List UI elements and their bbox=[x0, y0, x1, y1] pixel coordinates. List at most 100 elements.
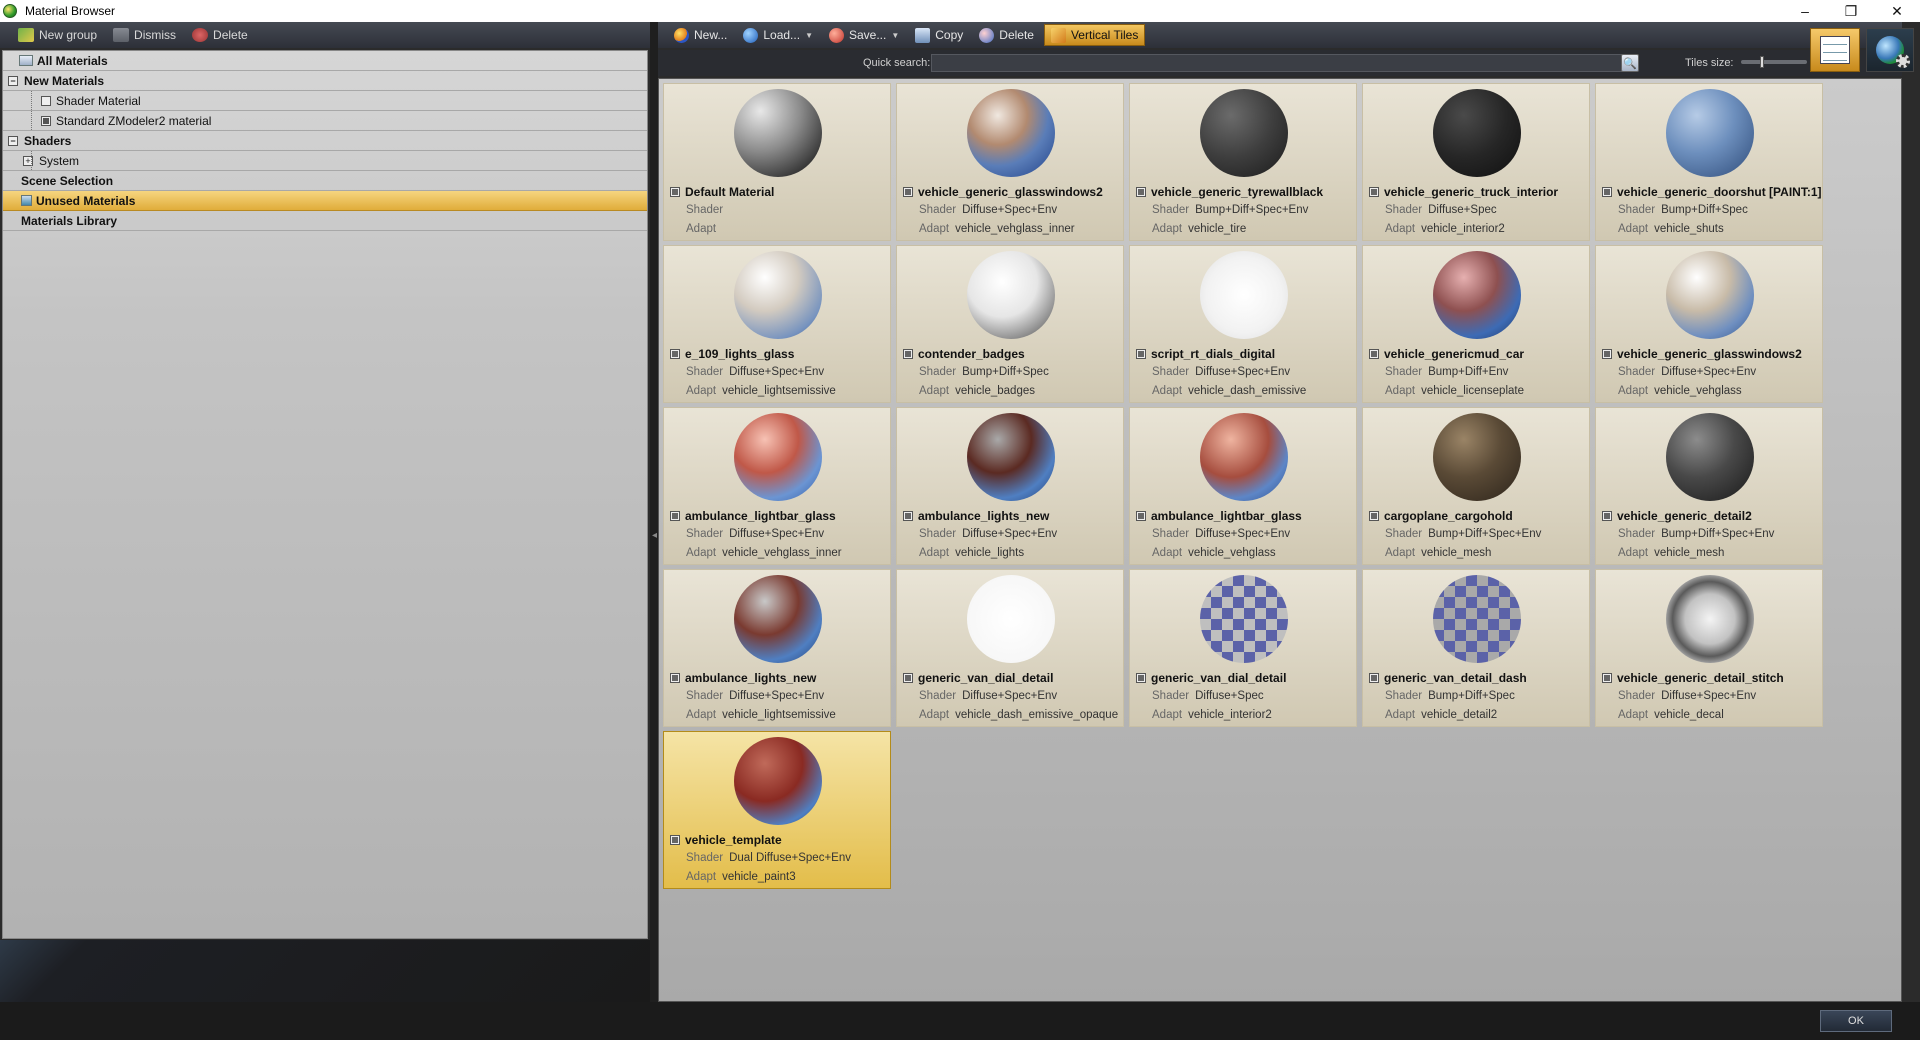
shader-row: Shader Bump+Diff+Spec+Env bbox=[1618, 528, 1774, 540]
dropdown-arrow-icon[interactable]: ▼ bbox=[805, 31, 813, 40]
tree-line bbox=[31, 151, 32, 170]
tree-item-shader-material[interactable]: Shader Material bbox=[3, 91, 647, 111]
material-name-row: generic_van_detail_dash bbox=[1369, 671, 1527, 685]
material-tile[interactable]: vehicle_template Shader Dual Diffuse+Spec+… bbox=[663, 731, 891, 889]
material-name-row: vehicle_template bbox=[670, 833, 782, 847]
ok-button[interactable]: OK bbox=[1820, 1010, 1892, 1032]
shader-value: Diffuse+Spec+Env bbox=[729, 366, 825, 378]
settings-button[interactable] bbox=[1866, 28, 1914, 72]
material-preview-sphere bbox=[1666, 251, 1754, 339]
search-button[interactable]: 🔍 bbox=[1621, 54, 1639, 72]
adapt-label: Adapt bbox=[1618, 709, 1649, 721]
material-tile[interactable]: vehicle_generic_glasswindows2 Shader Diffu… bbox=[896, 83, 1124, 241]
material-icon bbox=[1136, 187, 1146, 197]
adapt-label: Adapt bbox=[1618, 223, 1649, 235]
dropdown-arrow-icon[interactable]: ▼ bbox=[891, 31, 899, 40]
material-tile[interactable]: ambulance_lightbar_glass Shader Diffuse+Sp… bbox=[663, 407, 891, 565]
material-tile[interactable]: ambulance_lights_new Shader Diffuse+Spec+E… bbox=[896, 407, 1124, 565]
shader-value: Bump+Diff+Spec bbox=[1428, 690, 1515, 702]
tree-item-label: New Materials bbox=[24, 73, 105, 88]
adapt-value: vehicle_decal bbox=[1654, 709, 1724, 721]
material-tile[interactable]: vehicle_generic_detail_stitch Shader Diffu… bbox=[1595, 569, 1823, 727]
material-icon bbox=[41, 115, 51, 126]
material-name-row: vehicle_generic_glasswindows2 bbox=[903, 185, 1103, 199]
tiles-size-slider[interactable] bbox=[1741, 56, 1807, 68]
material-tile[interactable]: vehicle_generic_glasswindows2 Shader Diffu… bbox=[1595, 245, 1823, 403]
list-icon bbox=[1820, 36, 1850, 64]
material-tile[interactable]: generic_van_detail_dash Shader Bump+Diff+S… bbox=[1362, 569, 1590, 727]
adapt-value: vehicle_vehglass_inner bbox=[722, 547, 842, 559]
tree-item-materials-library[interactable]: Materials Library bbox=[3, 211, 647, 231]
material-icon bbox=[1369, 511, 1379, 521]
tree-item-scene-selection[interactable]: Scene Selection bbox=[3, 171, 647, 191]
tree-item-label: All Materials bbox=[37, 53, 108, 68]
adapt-label: Adapt bbox=[1152, 547, 1183, 559]
adapt-value: vehicle_interior2 bbox=[1421, 223, 1505, 235]
adapt-row: Adapt vehicle_dash_emissive bbox=[1152, 385, 1306, 397]
slider-handle[interactable] bbox=[1760, 56, 1764, 68]
adapt-label: Adapt bbox=[686, 223, 717, 235]
tree-item-shaders[interactable]: − Shaders bbox=[3, 131, 647, 151]
collapse-icon[interactable]: − bbox=[8, 135, 18, 146]
material-tile[interactable]: generic_van_dial_detail Shader Diffuse+Spe… bbox=[896, 569, 1124, 727]
new-material-button[interactable]: New... bbox=[668, 24, 733, 46]
delete-material-button[interactable]: Delete bbox=[973, 24, 1040, 46]
quick-search-input[interactable] bbox=[931, 54, 1631, 72]
adapt-row: Adapt vehicle_decal bbox=[1618, 709, 1724, 721]
material-tile[interactable]: e_109_lights_glass Shader Diffuse+Spec+Env… bbox=[663, 245, 891, 403]
material-name-row: cargoplane_cargohold bbox=[1369, 509, 1513, 523]
material-tile[interactable]: Default Material Shader Adapt bbox=[663, 83, 891, 241]
material-tile[interactable]: vehicle_generic_truck_interior Shader Diff… bbox=[1362, 83, 1590, 241]
material-tile[interactable]: contender_badges Shader Bump+Diff+Spec Adap… bbox=[896, 245, 1124, 403]
close-button[interactable]: ✕ bbox=[1874, 0, 1920, 22]
load-button[interactable]: Load... ▼ bbox=[737, 24, 819, 46]
minimize-button[interactable]: – bbox=[1782, 0, 1828, 22]
delete-group-button[interactable]: Delete bbox=[186, 26, 254, 44]
tree-item-system[interactable]: + System bbox=[3, 151, 647, 171]
material-preview-sphere bbox=[967, 89, 1055, 177]
collapse-arrow-icon[interactable]: ◂ bbox=[652, 530, 657, 541]
delete-icon bbox=[979, 27, 995, 43]
tree-item-unused-materials[interactable]: Unused Materials bbox=[3, 191, 647, 211]
material-tile[interactable]: vehicle_genericmud_car Shader Bump+Diff+En… bbox=[1362, 245, 1590, 403]
shader-label: Shader bbox=[1152, 690, 1190, 702]
shader-row: Shader Dual Diffuse+Spec+Env bbox=[686, 852, 851, 864]
collapse-icon[interactable]: − bbox=[8, 75, 18, 86]
search-row: Quick search: 🔍 Tiles size: bbox=[658, 50, 1902, 76]
material-tile[interactable]: ambulance_lights_new Shader Diffuse+Spec+E… bbox=[663, 569, 891, 727]
list-view-button[interactable] bbox=[1810, 28, 1860, 72]
material-tile[interactable]: vehicle_generic_tyrewallblack Shader Bump+… bbox=[1129, 83, 1357, 241]
material-preview-sphere bbox=[1433, 575, 1521, 663]
tree-item-new-materials[interactable]: − New Materials bbox=[3, 71, 647, 91]
material-name: e_109_lights_glass bbox=[685, 347, 795, 361]
bottom-bar bbox=[0, 1002, 1920, 1040]
material-tile[interactable]: generic_van_dial_detail Shader Diffuse+Spe… bbox=[1129, 569, 1357, 727]
material-preview-sphere bbox=[967, 251, 1055, 339]
material-name: vehicle_generic_detail2 bbox=[1617, 509, 1752, 523]
shader-row: Shader Diffuse+Spec+Env bbox=[919, 528, 1057, 540]
adapt-row: Adapt vehicle_lightsemissive bbox=[686, 709, 836, 721]
material-name: vehicle_generic_truck_interior bbox=[1384, 185, 1559, 199]
tree-item-all-materials[interactable]: All Materials bbox=[3, 51, 647, 71]
material-name: vehicle_generic_detail_stitch bbox=[1617, 671, 1784, 685]
adapt-label: Adapt bbox=[919, 385, 950, 397]
dismiss-button[interactable]: Dismiss bbox=[107, 26, 182, 44]
adapt-label: Adapt bbox=[1152, 709, 1183, 721]
material-tile[interactable]: script_rt_dials_digital Shader Diffuse+Spe… bbox=[1129, 245, 1357, 403]
new-group-button[interactable]: New group bbox=[12, 26, 103, 44]
material-tile[interactable]: vehicle_generic_doorshut [PAINT:1] Shader… bbox=[1595, 83, 1823, 241]
shader-row: Shader Diffuse+Spec+Env bbox=[1618, 366, 1756, 378]
panel-splitter[interactable]: ◂ bbox=[650, 22, 658, 1002]
vertical-tiles-toggle[interactable]: Vertical Tiles bbox=[1043, 24, 1146, 46]
material-tile[interactable]: ambulance_lightbar_glass Shader Diffuse+Sp… bbox=[1129, 407, 1357, 565]
tree-item-standard-material[interactable]: Standard ZModeler2 material bbox=[3, 111, 647, 131]
material-tile[interactable]: vehicle_generic_detail2 Shader Bump+Diff+S… bbox=[1595, 407, 1823, 565]
save-button[interactable]: Save... ▼ bbox=[823, 24, 905, 46]
adapt-row: Adapt vehicle_paint3 bbox=[686, 871, 796, 883]
maximize-button[interactable]: ❐ bbox=[1828, 0, 1874, 22]
copy-button[interactable]: Copy bbox=[909, 24, 969, 46]
shader-row: Shader Bump+Diff+Spec bbox=[919, 366, 1049, 378]
adapt-label: Adapt bbox=[1152, 385, 1183, 397]
adapt-row: Adapt vehicle_shuts bbox=[1618, 223, 1724, 235]
material-tile[interactable]: cargoplane_cargohold Shader Bump+Diff+Spec… bbox=[1362, 407, 1590, 565]
